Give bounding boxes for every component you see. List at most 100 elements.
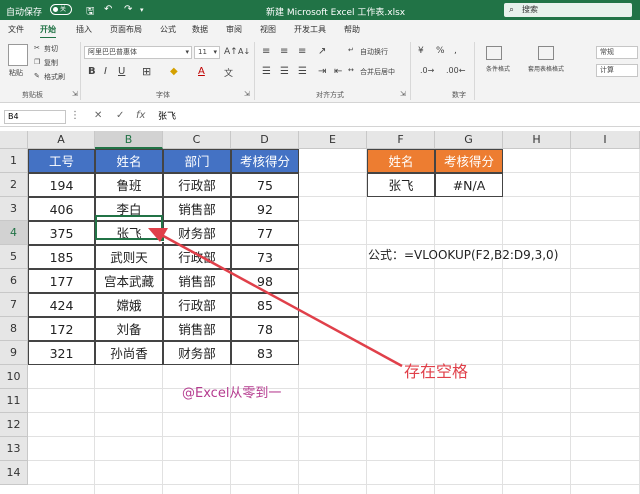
increase-font-icon[interactable]: A↑ bbox=[224, 47, 238, 57]
orientation-icon[interactable]: ↗ bbox=[318, 46, 326, 57]
decrease-decimal-icon[interactable]: .00← bbox=[446, 66, 465, 75]
table-cell[interactable]: 武则天 bbox=[95, 245, 163, 269]
lookup-header-cell[interactable]: 姓名 bbox=[367, 149, 435, 173]
table-cell[interactable]: 刘备 bbox=[95, 317, 163, 341]
tab-home[interactable]: 开始 bbox=[40, 24, 56, 39]
tab-file[interactable]: 文件 bbox=[8, 24, 24, 35]
row-header[interactable]: 10 bbox=[0, 365, 28, 389]
table-cell[interactable]: 424 bbox=[28, 293, 95, 317]
table-cell[interactable]: 194 bbox=[28, 173, 95, 197]
align-bottom-icon[interactable]: ≡ bbox=[298, 46, 306, 57]
merge-center-button[interactable]: 合并后居中 bbox=[360, 67, 395, 77]
align-right-icon[interactable]: ☰ bbox=[298, 66, 307, 77]
insert-function-icon[interactable]: fx bbox=[136, 110, 145, 121]
table-cell[interactable]: 75 bbox=[231, 173, 299, 197]
table-cell[interactable]: 行政部 bbox=[163, 245, 231, 269]
outdent-icon[interactable]: ⇤ bbox=[334, 66, 342, 77]
tab-view[interactable]: 视图 bbox=[260, 24, 276, 35]
phonetic-icon[interactable]: 文 bbox=[224, 66, 233, 79]
row-header[interactable]: 11 bbox=[0, 389, 28, 413]
column-header[interactable]: B bbox=[95, 131, 163, 149]
formula-input[interactable]: 张飞 bbox=[158, 110, 634, 124]
redo-icon[interactable]: ↷ bbox=[124, 4, 132, 15]
currency-icon[interactable]: ¥ bbox=[418, 46, 424, 56]
name-box[interactable]: B4 bbox=[4, 110, 66, 124]
align-center-icon[interactable]: ☰ bbox=[280, 66, 289, 77]
column-header[interactable]: H bbox=[503, 131, 571, 149]
format-painter-button[interactable]: 格式刷 bbox=[44, 72, 65, 82]
table-cell[interactable]: 财务部 bbox=[163, 341, 231, 365]
save-icon[interactable]: 🖫 bbox=[86, 4, 95, 21]
select-all-corner[interactable] bbox=[0, 131, 28, 149]
align-left-icon[interactable]: ☰ bbox=[262, 66, 271, 77]
worksheet-grid[interactable]: A B C D E F G H I 1 2 3 4 5 6 7 8 9 10 1… bbox=[0, 131, 640, 494]
table-cell[interactable]: 行政部 bbox=[163, 293, 231, 317]
comma-icon[interactable]: , bbox=[454, 46, 457, 56]
table-cell[interactable]: 92 bbox=[231, 197, 299, 221]
column-header[interactable]: A bbox=[28, 131, 95, 149]
font-color-icon[interactable]: A bbox=[198, 66, 205, 77]
table-cell[interactable]: 98 bbox=[231, 269, 299, 293]
alignment-launcher-icon[interactable]: ⇲ bbox=[400, 90, 406, 98]
row-header[interactable]: 9 bbox=[0, 341, 28, 365]
column-header[interactable]: D bbox=[231, 131, 299, 149]
tab-formulas[interactable]: 公式 bbox=[160, 24, 176, 35]
row-header[interactable]: 13 bbox=[0, 437, 28, 461]
table-cell[interactable]: 宫本武藏 bbox=[95, 269, 163, 293]
tab-data[interactable]: 数据 bbox=[192, 24, 208, 35]
table-cell[interactable]: 83 bbox=[231, 341, 299, 365]
cancel-icon[interactable]: ✕ bbox=[94, 110, 102, 121]
conditional-format-button[interactable]: 条件格式 bbox=[478, 66, 518, 74]
column-header[interactable]: G bbox=[435, 131, 503, 149]
borders-icon[interactable]: ⊞ bbox=[142, 65, 151, 78]
table-cell[interactable]: 销售部 bbox=[163, 317, 231, 341]
tab-developer[interactable]: 开发工具 bbox=[294, 24, 326, 35]
cut-button[interactable]: 剪切 bbox=[44, 44, 58, 54]
row-header[interactable]: 7 bbox=[0, 293, 28, 317]
calc-style-box[interactable]: 计算 bbox=[596, 64, 638, 77]
fill-color-icon[interactable]: ◆ bbox=[170, 66, 178, 77]
column-header[interactable]: F bbox=[367, 131, 435, 149]
font-name-select[interactable]: 阿里巴巴普惠体 ▾ bbox=[84, 46, 192, 59]
row-header[interactable]: 12 bbox=[0, 413, 28, 437]
align-top-icon[interactable]: ≡ bbox=[262, 46, 270, 57]
table-cell[interactable]: 172 bbox=[28, 317, 95, 341]
bold-icon[interactable]: B bbox=[88, 66, 96, 77]
table-format-button[interactable]: 套用表格格式 bbox=[528, 66, 564, 74]
table-cell[interactable]: 财务部 bbox=[163, 221, 231, 245]
table-cell[interactable]: 销售部 bbox=[163, 197, 231, 221]
lookup-value-cell[interactable]: #N/A bbox=[435, 173, 503, 197]
indent-icon[interactable]: ⇥ bbox=[318, 66, 326, 77]
table-cell[interactable]: 销售部 bbox=[163, 269, 231, 293]
column-header[interactable]: E bbox=[299, 131, 367, 149]
lookup-header-cell[interactable]: 考核得分 bbox=[435, 149, 503, 173]
search-input[interactable]: ⌕ 搜索 bbox=[504, 3, 632, 17]
column-header[interactable]: I bbox=[571, 131, 640, 149]
table-cell[interactable]: 嫦娥 bbox=[95, 293, 163, 317]
row-header[interactable]: 14 bbox=[0, 461, 28, 485]
table-header-cell[interactable]: 考核得分 bbox=[231, 149, 299, 173]
underline-icon[interactable]: U bbox=[118, 66, 125, 77]
tab-page-layout[interactable]: 页面布局 bbox=[110, 24, 142, 35]
table-header-cell[interactable]: 姓名 bbox=[95, 149, 163, 173]
table-cell[interactable]: 185 bbox=[28, 245, 95, 269]
decrease-font-icon[interactable]: A↓ bbox=[238, 47, 250, 56]
undo-icon[interactable]: ↶ bbox=[104, 4, 112, 15]
font-launcher-icon[interactable]: ⇲ bbox=[244, 90, 250, 98]
copy-button[interactable]: 复制 bbox=[44, 58, 58, 68]
row-header[interactable]: 4 bbox=[0, 221, 28, 245]
table-cell[interactable]: 行政部 bbox=[163, 173, 231, 197]
lookup-value-cell[interactable]: 张飞 bbox=[367, 173, 435, 197]
table-cell[interactable]: 177 bbox=[28, 269, 95, 293]
table-cell[interactable]: 孙尚香 bbox=[95, 341, 163, 365]
italic-icon[interactable]: I bbox=[104, 66, 107, 77]
row-header[interactable]: 1 bbox=[0, 149, 28, 173]
table-header-cell[interactable]: 部门 bbox=[163, 149, 231, 173]
number-format-select[interactable]: 常规 bbox=[596, 46, 638, 59]
percent-icon[interactable]: % bbox=[436, 46, 445, 56]
table-cell[interactable]: 73 bbox=[231, 245, 299, 269]
active-cell-cursor[interactable] bbox=[95, 215, 165, 242]
tab-help[interactable]: 帮助 bbox=[344, 24, 360, 35]
clipboard-launcher-icon[interactable]: ⇲ bbox=[72, 90, 78, 98]
table-header-cell[interactable]: 工号 bbox=[28, 149, 95, 173]
